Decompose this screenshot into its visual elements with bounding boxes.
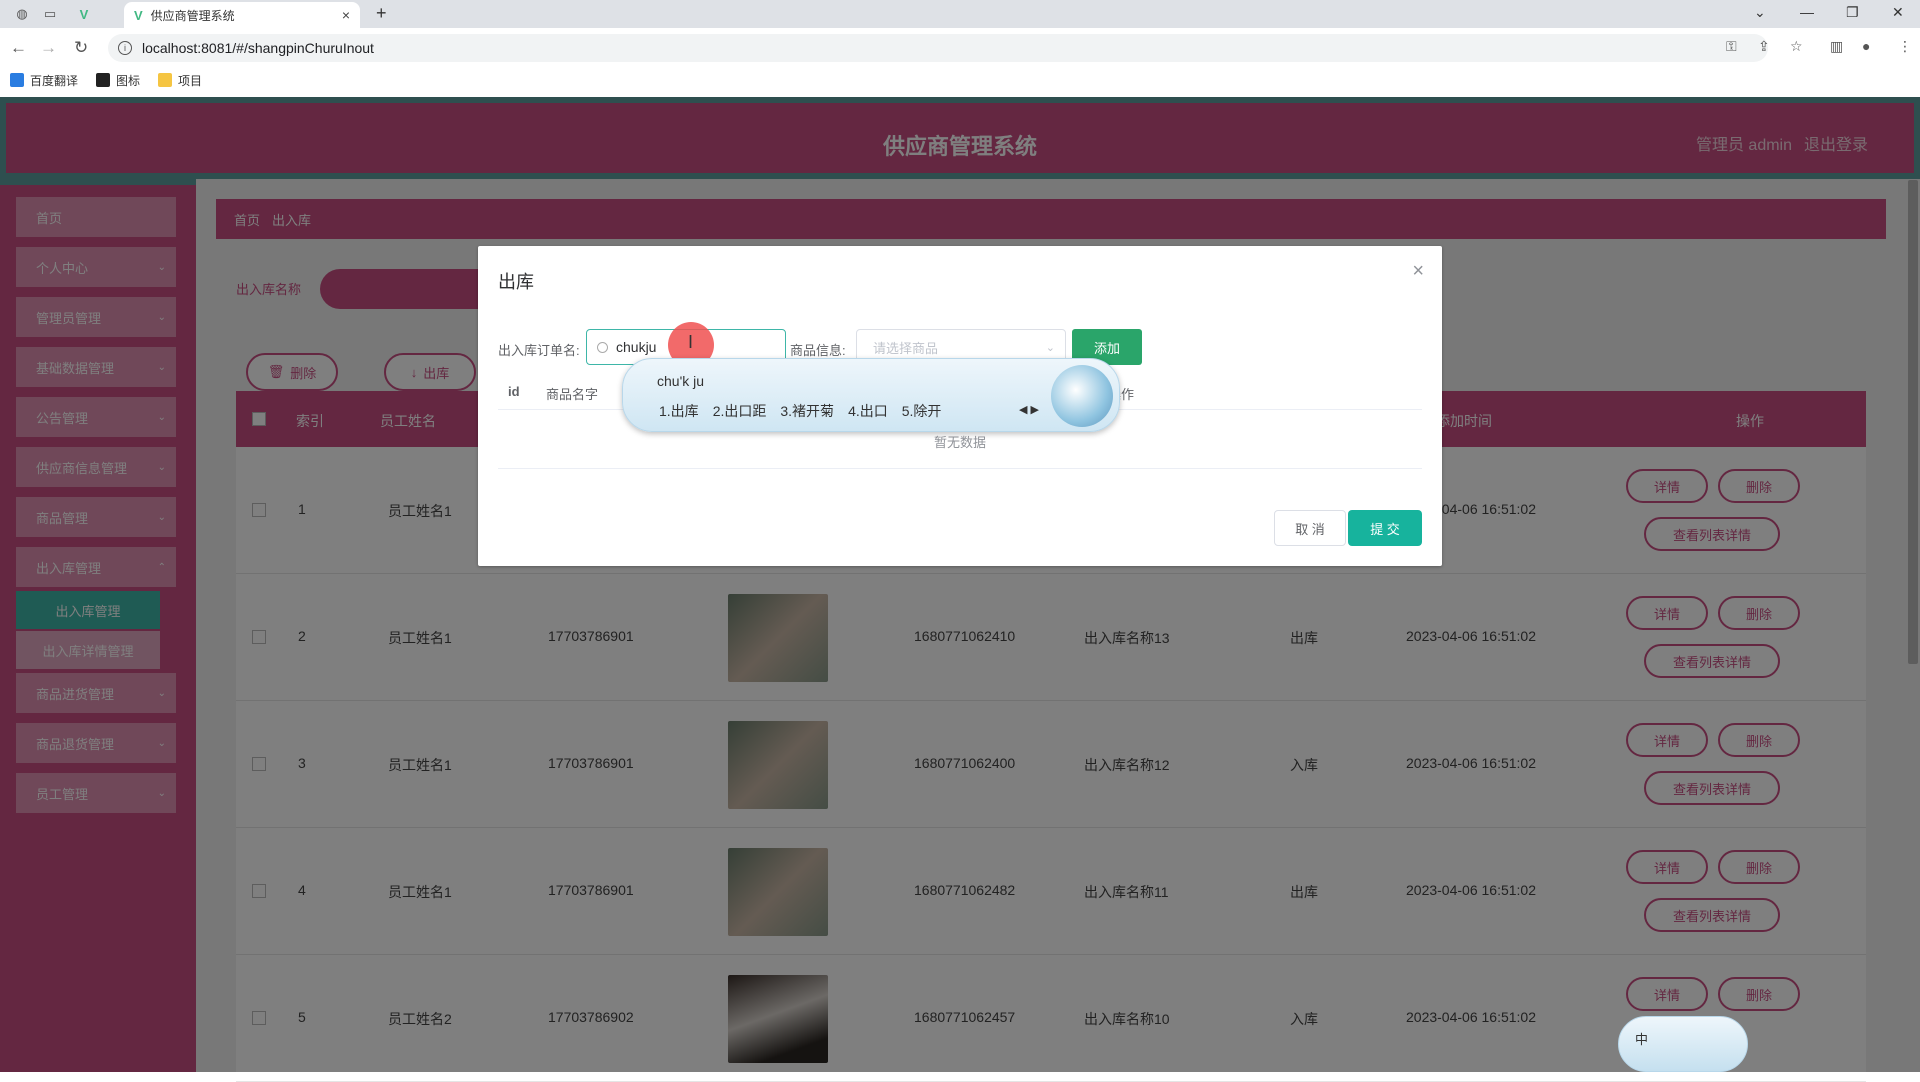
image-icon — [96, 73, 111, 87]
address-bar-row: ← → ↻ i localhost:8081/#/shangpinChuruIn… — [0, 28, 1920, 68]
ime-candidate[interactable]: 3.褚开菊 — [780, 401, 834, 421]
ime-candidates: 1.出库 2.出口距 3.褚开菊 4.出口 5.除开 — [659, 401, 955, 421]
ime-candidate[interactable]: 1.出库 — [659, 401, 699, 421]
goods-label: 商品信息: — [790, 343, 846, 358]
url-text: localhost:8081/#/shangpinChuruInout — [142, 40, 374, 56]
share-icon[interactable]: ⇪ — [1758, 38, 1770, 55]
new-tab-icon[interactable]: + — [376, 3, 387, 24]
info-icon[interactable]: i — [118, 41, 132, 55]
browser-tab-bar: ◍ ▭ V V 供应商管理系统 × + ⌄ — ❐ ✕ — [0, 0, 1920, 28]
order-label: 出入库订单名: — [498, 343, 580, 358]
active-tab[interactable]: V 供应商管理系统 × — [124, 2, 360, 28]
modal-overlay[interactable] — [0, 97, 1920, 1072]
tab-search-icon[interactable]: ⌄ — [1754, 4, 1766, 21]
ime-mode: 中 — [1635, 1032, 1649, 1047]
divider — [498, 468, 1422, 469]
bookmark-translate[interactable]: 百度翻译 — [10, 72, 78, 89]
translate-icon — [10, 73, 24, 87]
ime-composition: chu'k ju — [657, 373, 705, 389]
close-icon[interactable]: × — [1412, 260, 1424, 283]
th-id: id — [508, 384, 520, 399]
restore-icon[interactable]: ❐ — [1846, 4, 1859, 21]
tab-title: 供应商管理系统 — [150, 8, 235, 23]
url-field[interactable]: i localhost:8081/#/shangpinChuruInout — [108, 34, 1768, 62]
cancel-button[interactable]: 取 消 — [1274, 510, 1346, 546]
menu-icon[interactable]: ⋮ — [1898, 38, 1912, 55]
submit-button[interactable]: 提 交 — [1348, 510, 1422, 546]
vue-tab-icon[interactable]: V — [70, 4, 98, 24]
bookmarks-bar: 百度翻译 图标 项目 — [0, 68, 1920, 92]
back-icon[interactable]: ← — [10, 38, 27, 58]
ime-page-arrows-icon[interactable]: ◀ ▶ — [1019, 403, 1039, 416]
blank-tab-icon[interactable]: ▭ — [36, 4, 64, 24]
profile-icon[interactable]: ● — [1862, 38, 1870, 54]
globe-icon[interactable]: ◍ — [8, 4, 36, 24]
search-icon — [597, 341, 608, 353]
ime-status-bar[interactable]: 中 — [1618, 1016, 1748, 1072]
close-window-icon[interactable]: ✕ — [1892, 4, 1904, 21]
empty-text: 暂无数据 — [933, 435, 986, 450]
folder-icon — [158, 73, 173, 87]
dialog-title: 出库 — [498, 272, 534, 292]
sidepanel-icon[interactable]: ▥ — [1830, 38, 1843, 55]
text-cursor-icon: I — [688, 332, 694, 352]
ime-candidate-window: chu'k ju 1.出库 2.出口距 3.褚开菊 4.出口 5.除开 ◀ ▶ — [622, 358, 1120, 432]
minimize-icon[interactable]: — — [1800, 4, 1814, 20]
reload-icon[interactable]: ↻ — [74, 38, 88, 58]
bookmark-project[interactable]: 项目 — [158, 72, 202, 89]
ime-candidate[interactable]: 4.出口 — [848, 401, 888, 421]
ime-candidate[interactable]: 5.除开 — [902, 401, 942, 421]
vue-logo-icon: V — [134, 7, 143, 23]
ime-candidate[interactable]: 2.出口距 — [713, 401, 767, 421]
chevron-down-icon: ⌄ — [1045, 341, 1055, 354]
key-icon[interactable]: ⚿ — [1726, 38, 1737, 55]
ime-skin-decoration — [1051, 365, 1113, 427]
star-icon[interactable]: ☆ — [1790, 38, 1803, 55]
th-goods-name: 商品名字 — [546, 387, 599, 402]
close-tab-icon[interactable]: × — [342, 7, 350, 23]
bookmark-icons[interactable]: 图标 — [96, 72, 140, 89]
forward-icon[interactable]: → — [40, 38, 57, 58]
